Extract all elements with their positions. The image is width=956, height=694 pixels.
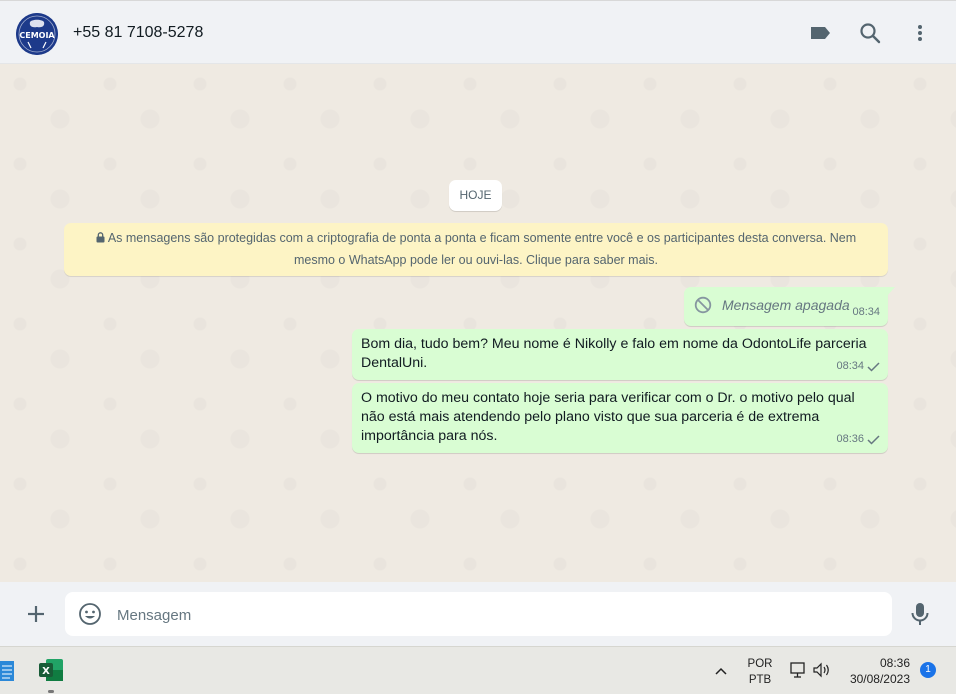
message-time: 08:36 [836,430,880,449]
lock-icon [96,229,105,250]
attach-button[interactable] [24,602,48,631]
message-box [65,592,892,638]
notepad-icon[interactable] [0,659,16,688]
message-outgoing[interactable]: Bom dia, tudo bem? Meu nome é Nikolly e … [352,329,888,380]
encryption-notice-text: As mensagens são protegidas com a cripto… [107,231,857,267]
menu-icon[interactable] [906,19,934,47]
network-icon[interactable] [789,661,807,684]
windows-taskbar: X POR PTB 08:36 30/08/2023 1 [0,646,956,694]
chevron-up-icon[interactable] [714,663,728,681]
taskbar-clock[interactable]: 08:36 30/08/2023 [840,655,910,687]
composer-bar [0,582,956,646]
excel-icon[interactable]: X [38,657,64,693]
search-icon[interactable] [856,19,884,47]
chat-area[interactable]: HOJE As mensagens são protegidas com a c… [0,64,956,582]
notification-badge[interactable]: 1 [920,662,936,678]
encryption-notice[interactable]: As mensagens são protegidas com a cripto… [64,223,888,276]
message-time: 08:34 [836,357,880,376]
svg-text:X: X [42,666,50,677]
message-deleted[interactable]: Mensagem apagada 08:34 [684,287,895,326]
bubble-tail [887,287,895,296]
language-indicator[interactable]: POR PTB [742,656,778,688]
check-icon [867,434,880,445]
message-input[interactable] [115,592,879,638]
emoji-icon[interactable] [78,602,102,631]
check-icon [867,361,880,372]
chat-header: CEMOIA +55 81 7108-5278 [0,0,956,64]
volume-icon[interactable] [812,661,832,684]
message-text: Bom dia, tudo bem? Meu nome é Nikolly e … [361,336,867,371]
message-text: Mensagem apagada [722,297,850,313]
message-outgoing[interactable]: O motivo do meu contato hoje seria para … [352,383,888,453]
svg-text:CEMOIA: CEMOIA [19,31,55,40]
contact-name[interactable]: +55 81 7108-5278 [73,24,203,42]
message-text: O motivo do meu contato hoje seria para … [361,390,855,444]
microphone-button[interactable] [909,601,931,632]
contact-avatar[interactable]: CEMOIA [16,13,58,55]
label-icon[interactable] [806,19,834,47]
deleted-icon [694,296,712,320]
date-chip: HOJE [449,180,502,211]
message-time: 08:34 [852,306,880,318]
